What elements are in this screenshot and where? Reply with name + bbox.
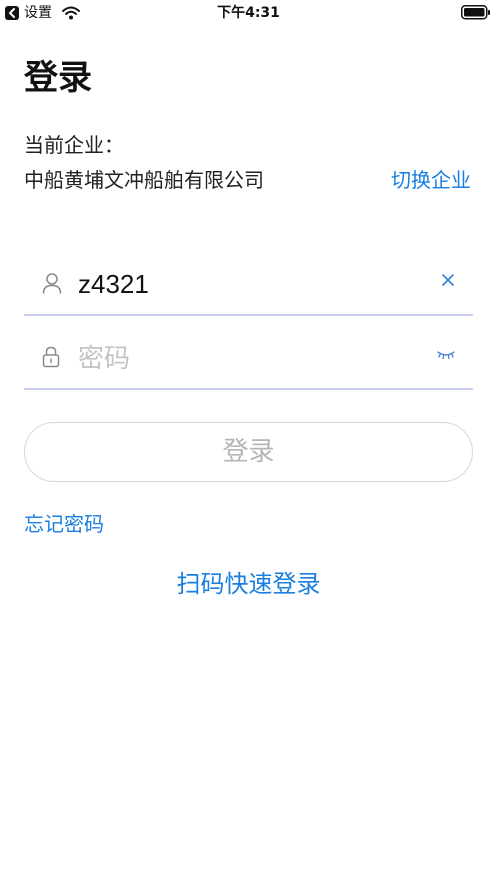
username-input[interactable] [78, 264, 418, 304]
battery-icon [461, 5, 491, 20]
password-input[interactable] [78, 338, 418, 378]
scan-login-link[interactable]: 扫码快速登录 [0, 569, 497, 599]
page-title: 登录 [24, 58, 92, 98]
clear-icon[interactable] [441, 272, 455, 291]
user-icon [42, 272, 62, 298]
forgot-password-link[interactable]: 忘记密码 [24, 511, 104, 537]
status-bar: 设置 下午4:31 [0, 0, 497, 26]
company-label: 当前企业： [24, 133, 124, 157]
username-field [24, 254, 473, 316]
login-button[interactable]: 登录 [24, 422, 473, 482]
lock-icon [42, 346, 60, 372]
eye-closed-icon[interactable] [437, 346, 455, 365]
status-time: 下午4:31 [217, 5, 280, 21]
switch-company-link[interactable]: 切换企业 [391, 167, 471, 193]
password-field [24, 328, 473, 390]
company-name: 中船黄埔文冲船舶有限公司 [24, 168, 264, 192]
